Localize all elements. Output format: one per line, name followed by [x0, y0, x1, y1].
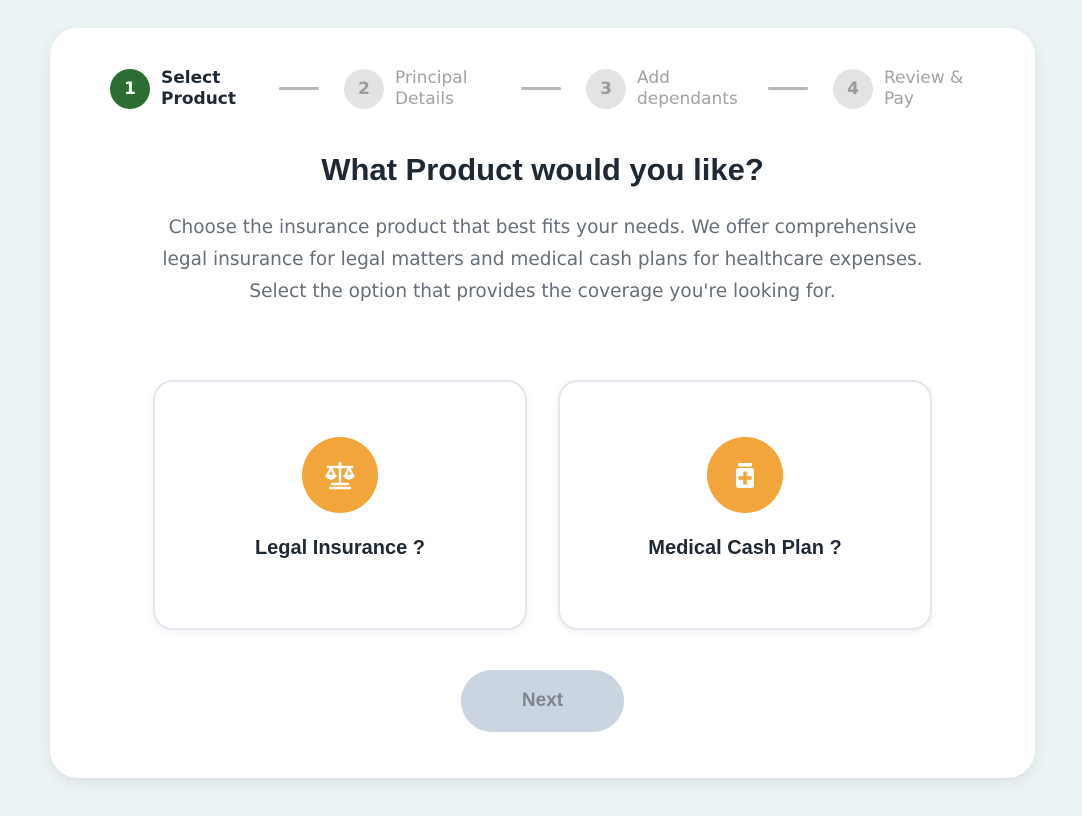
step-number: 2 — [344, 69, 384, 109]
step-label: Select Product — [161, 68, 236, 109]
step-review-pay[interactable]: 4 Review & Pay — [833, 68, 994, 110]
option-label: Legal Insurance ? — [254, 537, 426, 559]
step-add-dependants[interactable]: 3 Add dependants — [586, 68, 747, 110]
page-description: Choose the insurance product that best f… — [162, 217, 923, 302]
progress-stepper: 1 Select Product 2 Principal Details 3 A… — [110, 68, 990, 110]
medical-cash-plan-option[interactable]: Medical Cash Plan ? — [558, 380, 932, 630]
legal-insurance-option[interactable]: Legal Insurance ? — [153, 380, 527, 630]
step-label: Add dependants — [637, 68, 738, 109]
step-connector — [521, 87, 561, 90]
step-connector — [768, 87, 808, 90]
step-principal-details[interactable]: 2 Principal Details — [344, 68, 505, 110]
step-connector — [279, 87, 319, 90]
scales-icon — [302, 437, 378, 513]
option-label: Medical Cash Plan ? — [648, 537, 842, 559]
product-selection-card: 1 Select Product 2 Principal Details 3 A… — [50, 28, 1035, 778]
step-number: 3 — [586, 69, 626, 109]
step-number: 4 — [833, 69, 873, 109]
medical-plus-icon — [707, 437, 783, 513]
step-number: 1 — [110, 69, 150, 109]
page-title: What Product would you like? — [321, 152, 764, 187]
step-label: Review & Pay — [884, 68, 964, 109]
step-label: Principal Details — [395, 68, 468, 109]
next-button[interactable]: Next — [461, 670, 624, 732]
step-select-product[interactable]: 1 Select Product — [110, 68, 271, 110]
